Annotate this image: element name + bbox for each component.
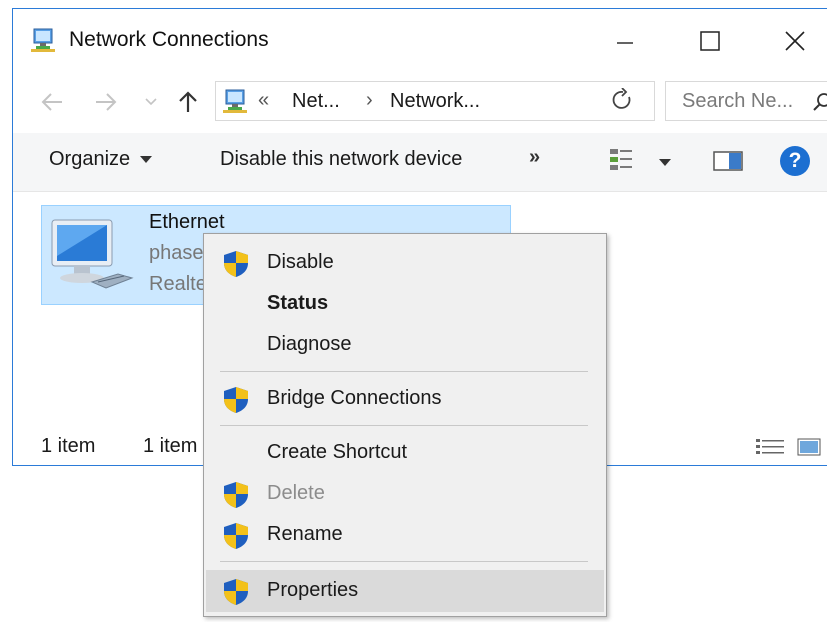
help-button[interactable]: ? xyxy=(780,146,810,176)
up-button[interactable] xyxy=(173,87,203,117)
more-commands-button[interactable]: » xyxy=(529,146,540,169)
back-button[interactable] xyxy=(37,87,67,117)
close-button[interactable] xyxy=(765,19,825,63)
menu-item-properties[interactable]: Properties xyxy=(206,570,604,612)
preview-pane-button[interactable] xyxy=(713,150,743,177)
uac-shield-icon xyxy=(223,481,249,514)
forward-arrow-icon xyxy=(96,93,117,111)
menu-item-label: Disable xyxy=(267,251,334,273)
connection-network: phase xyxy=(149,242,204,264)
ethernet-adapter-icon xyxy=(48,216,140,301)
address-row: « Net... › Network... Search Ne... xyxy=(13,79,827,125)
connection-name: Ethernet xyxy=(149,211,225,233)
refresh-button[interactable] xyxy=(611,87,635,117)
chevron-down-icon xyxy=(145,98,157,106)
menu-item-diagnose[interactable]: Diagnose xyxy=(206,326,604,364)
title-bar[interactable]: Network Connections xyxy=(13,9,827,71)
details-view-icon xyxy=(610,149,632,170)
menu-item-label: Create Shortcut xyxy=(267,441,408,463)
breadcrumb-overflow[interactable]: « xyxy=(258,89,269,112)
network-connections-icon xyxy=(30,27,56,53)
network-connections-icon xyxy=(222,88,248,114)
selected-count: 1 item xyxy=(143,435,198,457)
address-bar[interactable]: « Net... › Network... xyxy=(215,81,794,121)
preview-pane-icon xyxy=(713,151,743,171)
search-placeholder: Search Ne... xyxy=(682,90,794,112)
large-icons-layout-button[interactable] xyxy=(797,437,821,462)
menu-item-label: Status xyxy=(267,292,329,314)
menu-item-rename[interactable]: Rename xyxy=(206,516,604,554)
menu-item-disable[interactable]: Disable xyxy=(206,244,604,282)
uac-shield-icon xyxy=(223,522,249,555)
disable-device-button[interactable]: Disable this network device xyxy=(220,148,462,171)
minimize-icon xyxy=(617,42,633,44)
breadcrumb-separator[interactable]: › xyxy=(366,89,373,112)
organize-button[interactable]: Organize xyxy=(49,148,153,171)
forward-button[interactable] xyxy=(91,87,121,117)
menu-item-create-shortcut[interactable]: Create Shortcut xyxy=(206,434,604,472)
uac-shield-icon xyxy=(223,578,249,611)
large-icons-layout-icon xyxy=(797,438,821,456)
uac-shield-icon xyxy=(223,250,249,283)
breadcrumb-item-network[interactable]: Network... xyxy=(390,90,480,113)
up-arrow-icon xyxy=(179,91,197,112)
refresh-icon xyxy=(612,87,631,109)
organize-label: Organize xyxy=(49,148,131,170)
menu-item-label: Bridge Connections xyxy=(267,387,442,409)
details-layout-button[interactable] xyxy=(755,437,785,462)
menu-item-delete: Delete xyxy=(206,475,604,513)
search-box[interactable]: Search Ne... xyxy=(665,81,827,121)
minimize-button[interactable] xyxy=(595,19,655,63)
menu-separator xyxy=(220,425,588,426)
menu-separator xyxy=(220,561,588,562)
maximize-icon xyxy=(700,31,720,51)
command-bar: Organize Disable this network device » ? xyxy=(13,133,827,192)
window-title: Network Connections xyxy=(69,28,269,51)
menu-item-label: Diagnose xyxy=(267,333,352,355)
view-options-dropdown[interactable] xyxy=(659,159,671,166)
menu-item-label: Rename xyxy=(267,523,343,545)
menu-item-bridge-connections[interactable]: Bridge Connections xyxy=(206,380,604,418)
connection-adapter: Realte xyxy=(149,273,207,295)
menu-item-label: Properties xyxy=(267,579,359,601)
recent-locations-button[interactable] xyxy=(141,87,161,117)
item-count: 1 item xyxy=(41,435,96,457)
dropdown-arrow-icon xyxy=(140,156,153,164)
menu-separator xyxy=(220,371,588,372)
disable-device-label: Disable this network device xyxy=(220,148,463,170)
close-icon xyxy=(785,31,805,51)
details-layout-icon xyxy=(756,439,784,454)
maximize-button[interactable] xyxy=(680,19,740,63)
context-menu: Disable Status Diagnose Bridge Connectio… xyxy=(203,233,607,617)
menu-item-status[interactable]: Status xyxy=(206,285,604,323)
change-view-button[interactable] xyxy=(609,147,633,176)
breadcrumb-item-net[interactable]: Net... xyxy=(292,90,340,113)
uac-shield-icon xyxy=(223,386,249,419)
back-arrow-icon xyxy=(41,93,62,111)
menu-item-label: Delete xyxy=(267,482,325,504)
search-icon xyxy=(812,92,827,117)
